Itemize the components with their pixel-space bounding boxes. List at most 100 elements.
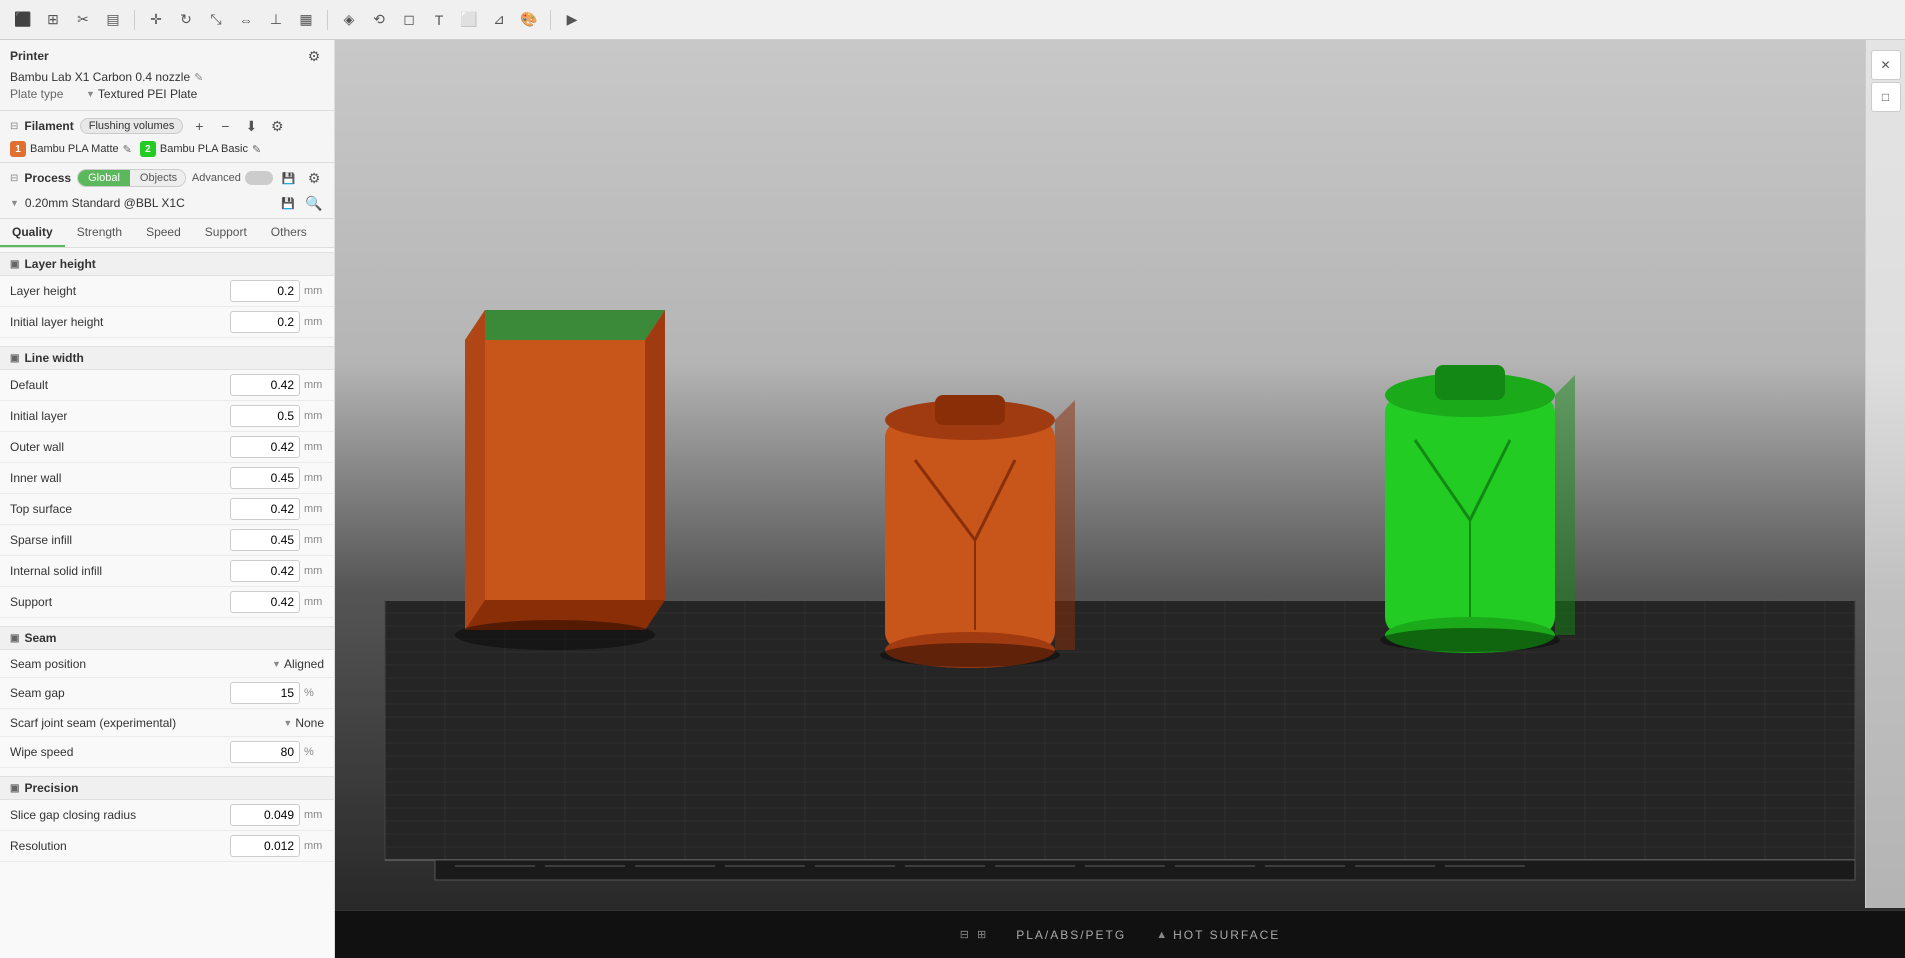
seam-gap-input[interactable] bbox=[230, 682, 300, 704]
resolution-input[interactable] bbox=[230, 835, 300, 857]
printer-name[interactable]: Bambu Lab X1 Carbon 0.4 nozzle ✎ bbox=[10, 70, 324, 84]
initial-layer-height-input[interactable] bbox=[230, 311, 300, 333]
lw-internal-unit: mm bbox=[304, 565, 324, 577]
toolbar-move-icon[interactable]: ✛ bbox=[143, 7, 169, 33]
toolbar-layers-icon[interactable]: ▤ bbox=[100, 7, 126, 33]
toolbar-multicolor-icon[interactable]: 🎨 bbox=[516, 7, 542, 33]
toolbar-rotate-icon[interactable]: ↻ bbox=[173, 7, 199, 33]
filament-2-name[interactable]: Bambu PLA Basic bbox=[160, 143, 248, 155]
top-toolbar: ⬛ ⊞ ✂ ▤ ✛ ↻ ⤡ ⇔ ⊥ ▦ ◈ ⟲ ◻ T ⬜ ⊿ 🎨 ▶ bbox=[0, 0, 1905, 40]
lw-support-input[interactable] bbox=[230, 591, 300, 613]
plate-row: Plate type ▼ Textured PEI Plate bbox=[10, 84, 324, 104]
quality-tabs: Quality Strength Speed Support Others bbox=[0, 219, 334, 248]
slice-gap-input[interactable] bbox=[230, 804, 300, 826]
toolbar-fill-icon[interactable]: ⬜ bbox=[456, 7, 482, 33]
toolbar-scale-icon[interactable]: ⤡ bbox=[203, 7, 229, 33]
toolbar-mirror-icon[interactable]: ⇔ bbox=[233, 7, 259, 33]
lw-outer-input[interactable] bbox=[230, 436, 300, 458]
lw-default-input[interactable] bbox=[230, 374, 300, 396]
tab-others[interactable]: Others bbox=[259, 219, 319, 247]
viewport[interactable]: ⊟ ⊞ PLA/ABS/PETG ▲ HOT SURFACE ✕ □ bbox=[335, 40, 1905, 958]
lw-initial-input[interactable] bbox=[230, 405, 300, 427]
seam-title-text: Seam bbox=[24, 631, 56, 645]
layer-height-input[interactable] bbox=[230, 280, 300, 302]
initial-layer-height-value: mm bbox=[230, 311, 324, 333]
seam-collapse-icon[interactable]: ▣ bbox=[10, 633, 19, 644]
line-width-collapse-icon[interactable]: ▣ bbox=[10, 353, 19, 364]
resolution-value: mm bbox=[230, 835, 324, 857]
toolbar-slice-icon[interactable]: ◈ bbox=[336, 7, 362, 33]
process-settings-icon[interactable]: ⚙ bbox=[304, 168, 324, 188]
status-bar: ⊟ ⊞ PLA/ABS/PETG ▲ HOT SURFACE bbox=[335, 910, 1905, 958]
lw-initial-label: Initial layer bbox=[10, 409, 230, 423]
process-icon: ⊟ bbox=[10, 173, 18, 184]
lw-support-unit: mm bbox=[304, 596, 324, 608]
seam-group: ▣ Seam Seam position ▼ Aligned Seam gap bbox=[0, 622, 334, 772]
lw-default-row: Default mm bbox=[0, 370, 334, 401]
flushing-volumes-btn[interactable]: Flushing volumes bbox=[80, 118, 184, 134]
filament-icon: ⊟ bbox=[10, 121, 18, 132]
toolbar-text-icon[interactable]: T bbox=[426, 7, 452, 33]
tab-strength[interactable]: Strength bbox=[65, 219, 134, 247]
toolbar-arrange-icon[interactable]: ▦ bbox=[293, 7, 319, 33]
printer-settings-icon[interactable]: ⚙ bbox=[304, 46, 324, 66]
printer-edit-icon[interactable]: ✎ bbox=[194, 71, 203, 84]
toolbar-sep-3 bbox=[550, 10, 551, 30]
preset-search-icon[interactable]: 🔍 bbox=[304, 193, 324, 213]
filament-header: ⊟ Filament Flushing volumes + − ⬇ ⚙ bbox=[10, 116, 324, 136]
preset-save-icon[interactable]: 💾 bbox=[278, 193, 298, 213]
vp-close-btn[interactable]: ✕ bbox=[1871, 50, 1901, 80]
tab-objects[interactable]: Objects bbox=[130, 170, 186, 186]
process-label: Process bbox=[24, 171, 71, 185]
seam-dropdown-arrow: ▼ bbox=[272, 659, 281, 669]
tab-quality[interactable]: Quality bbox=[0, 219, 65, 247]
filament-2-edit-icon[interactable]: ✎ bbox=[252, 143, 261, 156]
process-save-icon[interactable]: 💾 bbox=[279, 168, 299, 188]
preset-row: ▼ 0.20mm Standard @BBL X1C 💾 🔍 bbox=[10, 193, 324, 213]
process-section: ⊟ Process Global Objects Advanced 💾 ⚙ ▼ … bbox=[0, 163, 334, 219]
seam-position-dropdown[interactable]: ▼ Aligned bbox=[272, 657, 324, 671]
wipe-speed-input[interactable] bbox=[230, 741, 300, 763]
advanced-switch[interactable] bbox=[245, 171, 273, 185]
tab-speed[interactable]: Speed bbox=[134, 219, 193, 247]
toolbar-cube-icon[interactable]: ⬛ bbox=[10, 7, 36, 33]
toolbar-support-icon[interactable]: ⊥ bbox=[263, 7, 289, 33]
lw-internal-input[interactable] bbox=[230, 560, 300, 582]
toolbar-hollow-icon[interactable]: ◻ bbox=[396, 7, 422, 33]
wipe-speed-row: Wipe speed % bbox=[0, 737, 334, 768]
lw-default-value: mm bbox=[230, 374, 324, 396]
status-hot: HOT SURFACE bbox=[1173, 928, 1280, 942]
precision-title: ▣ Precision bbox=[0, 776, 334, 800]
filament-add-icon[interactable]: + bbox=[189, 116, 209, 136]
plate-value[interactable]: ▼ Textured PEI Plate bbox=[86, 87, 197, 101]
lw-internal-row: Internal solid infill mm bbox=[0, 556, 334, 587]
layer-height-collapse-icon[interactable]: ▣ bbox=[10, 259, 19, 270]
lw-outer-row: Outer wall mm bbox=[0, 432, 334, 463]
wipe-speed-unit: % bbox=[304, 746, 324, 758]
printer-header: Printer ⚙ bbox=[10, 46, 324, 66]
filament-1-num: 1 bbox=[10, 141, 26, 157]
tab-global[interactable]: Global bbox=[78, 170, 130, 186]
filament-import-icon[interactable]: ⬇ bbox=[241, 116, 261, 136]
status-icon-2: ⊞ bbox=[977, 928, 986, 941]
lw-top-input[interactable] bbox=[230, 498, 300, 520]
line-width-title-text: Line width bbox=[24, 351, 83, 365]
toolbar-print-icon[interactable]: ▶ bbox=[559, 7, 585, 33]
lw-inner-input[interactable] bbox=[230, 467, 300, 489]
tab-support[interactable]: Support bbox=[193, 219, 259, 247]
scarf-dropdown[interactable]: ▼ None bbox=[283, 716, 324, 730]
scarf-value: ▼ None bbox=[283, 716, 324, 730]
filament-item-1: 1 Bambu PLA Matte ✎ bbox=[10, 141, 132, 157]
preset-name[interactable]: 0.20mm Standard @BBL X1C bbox=[25, 196, 272, 210]
lw-sparse-input[interactable] bbox=[230, 529, 300, 551]
toolbar-orient-icon[interactable]: ⟲ bbox=[366, 7, 392, 33]
toolbar-scissors-icon[interactable]: ✂ bbox=[70, 7, 96, 33]
vp-maximize-btn[interactable]: □ bbox=[1871, 82, 1901, 112]
toolbar-grid-icon[interactable]: ⊞ bbox=[40, 7, 66, 33]
filament-remove-icon[interactable]: − bbox=[215, 116, 235, 136]
precision-collapse-icon[interactable]: ▣ bbox=[10, 783, 19, 794]
toolbar-cut-icon[interactable]: ⊿ bbox=[486, 7, 512, 33]
filament-1-name[interactable]: Bambu PLA Matte bbox=[30, 143, 119, 155]
filament-settings-icon[interactable]: ⚙ bbox=[267, 116, 287, 136]
filament-1-edit-icon[interactable]: ✎ bbox=[123, 143, 132, 156]
